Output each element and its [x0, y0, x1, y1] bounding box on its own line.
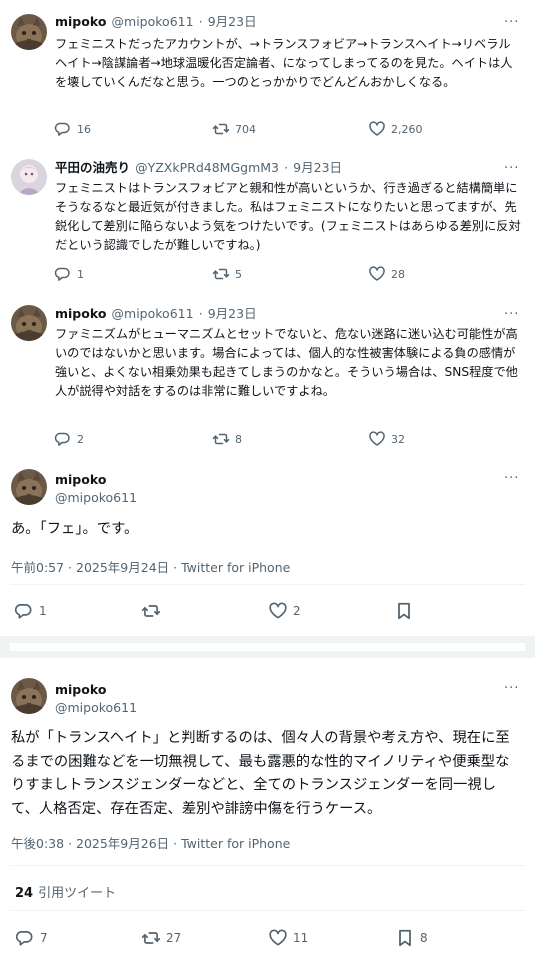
quote-tweets-link[interactable]: 24 引用ツイート [15, 882, 116, 901]
like-icon [369, 266, 385, 281]
bookmark-button[interactable]: 8 [395, 928, 428, 948]
divider [10, 865, 525, 866]
avatar[interactable] [11, 469, 47, 505]
retweet-icon [141, 605, 161, 617]
retweet-icon [141, 932, 161, 944]
avatar[interactable] [11, 159, 47, 195]
avatar[interactable] [11, 305, 47, 341]
author-handle[interactable]: @mipoko611 [112, 306, 194, 321]
author-handle-text: @mipoko611 [55, 700, 138, 715]
tweet-text: あ。「フェ」。です。 [11, 521, 139, 537]
like-button[interactable]: 2,260 [368, 120, 423, 138]
tweet-header: 平田の油売り @YZXkPRd48MGgmM3 · 9月23日 [55, 159, 342, 176]
like-count: 11 [293, 931, 309, 945]
separator-dot: · [198, 306, 203, 321]
retweet-count: 27 [166, 931, 182, 945]
more-icon[interactable]: ··· [504, 472, 519, 485]
reply-button[interactable]: 7 [15, 928, 48, 948]
retweet-button[interactable]: 5 [212, 265, 242, 283]
tweet-text: 私が「トランスヘイト」と判断するのは、個々人の背景や考え方や、現在に至るまでの困… [11, 730, 510, 817]
tweet-meta[interactable]: 午後0:38 · 2025年9月26日 · Twitter for iPhone [11, 833, 290, 852]
quote-label: 引用ツイート [38, 886, 117, 901]
author-name[interactable]: mipoko [55, 306, 106, 321]
author-handle[interactable]: @mipoko611 [112, 14, 194, 29]
tweet-date[interactable]: 9月23日 [208, 14, 257, 29]
like-icon [269, 602, 287, 619]
like-icon [369, 431, 385, 446]
bookmark-icon [399, 929, 411, 947]
divider [10, 910, 525, 911]
retweet-count: 5 [235, 267, 242, 281]
retweet-button[interactable]: 8 [212, 430, 242, 448]
retweet-icon [212, 123, 230, 135]
more-icon[interactable]: ··· [504, 308, 519, 321]
tweet-date[interactable]: 9月23日 [208, 306, 257, 321]
author-name[interactable]: mipoko [55, 14, 106, 29]
like-button[interactable]: 11 [268, 928, 308, 948]
reply-icon [54, 267, 70, 281]
reply-button[interactable]: 16 [54, 120, 91, 138]
tweet-header: mipoko @mipoko611 · 9月23日 [55, 13, 257, 30]
tweet-text: フェミニストはトランスフォビアと親和性が高いというか、行き過ぎると結構簡単にそう… [55, 181, 521, 252]
retweet-button[interactable]: 704 [212, 120, 256, 138]
author-name[interactable]: mipoko [55, 681, 106, 698]
like-icon [369, 121, 385, 136]
reply-icon [54, 122, 70, 136]
bookmark-icon [398, 602, 410, 620]
reply-icon [14, 604, 32, 619]
author-name-text: mipoko [55, 682, 107, 697]
retweet-count: 8 [235, 432, 242, 446]
like-icon [269, 929, 287, 946]
reply-count: 1 [77, 267, 84, 281]
tweet-meta[interactable]: 午前0:57 · 2025年9月24日 · Twitter for iPhone [11, 557, 290, 576]
retweet-button[interactable] [141, 601, 166, 621]
reply-count: 7 [40, 931, 48, 945]
separator-dot: · [284, 160, 289, 175]
more-icon[interactable]: ··· [504, 162, 519, 175]
retweet-button[interactable]: 27 [141, 928, 181, 948]
tweet-date[interactable]: 9月23日 [293, 160, 342, 175]
retweet-icon [212, 433, 230, 445]
more-icon[interactable]: ··· [504, 16, 519, 29]
like-button[interactable]: 32 [368, 430, 405, 448]
tweet-header: mipoko @mipoko611 · 9月23日 [55, 305, 257, 322]
like-button[interactable]: 2 [268, 601, 301, 621]
divider [10, 584, 525, 585]
like-button[interactable]: 28 [368, 265, 405, 283]
reply-count: 16 [77, 122, 91, 136]
reply-button[interactable]: 1 [54, 265, 84, 283]
separator-dot: · [198, 14, 203, 29]
like-count: 2,260 [391, 122, 423, 136]
tweet-text: フェミニストだったアカウントが、→トランスフォビア→トランスヘイト→リベラルヘイ… [55, 37, 513, 89]
like-count: 28 [391, 267, 405, 281]
author-handle[interactable]: @mipoko611 [55, 489, 137, 506]
like-count: 2 [293, 604, 301, 618]
author-name[interactable]: mipoko [55, 471, 106, 488]
avatar[interactable] [11, 14, 47, 50]
author-handle-text: @mipoko611 [55, 490, 138, 505]
author-name-text: mipoko [55, 472, 107, 487]
bookmark-count: 8 [420, 931, 428, 945]
reply-button[interactable]: 2 [54, 430, 84, 448]
avatar[interactable] [11, 678, 47, 714]
reply-button[interactable]: 1 [14, 601, 47, 621]
author-name[interactable]: 平田の油売り [55, 160, 130, 175]
reply-icon [15, 931, 33, 946]
author-handle[interactable]: @YZXkPRd48MGgmM3 [135, 160, 279, 175]
reply-icon [54, 432, 70, 446]
author-handle[interactable]: @mipoko611 [55, 699, 137, 716]
retweet-icon [212, 268, 230, 280]
quote-count: 24 [15, 886, 34, 901]
reply-count: 1 [39, 604, 47, 618]
retweet-count: 704 [235, 122, 256, 136]
reply-count: 2 [77, 432, 84, 446]
section-separator [0, 636, 535, 658]
bookmark-button[interactable] [394, 601, 419, 621]
tweet-text: ファミニズムがヒューマニズムとセットでないと、危ない迷路に迷い込む可能性が高いの… [55, 327, 518, 398]
more-icon[interactable]: ··· [504, 682, 519, 695]
like-count: 32 [391, 432, 405, 446]
